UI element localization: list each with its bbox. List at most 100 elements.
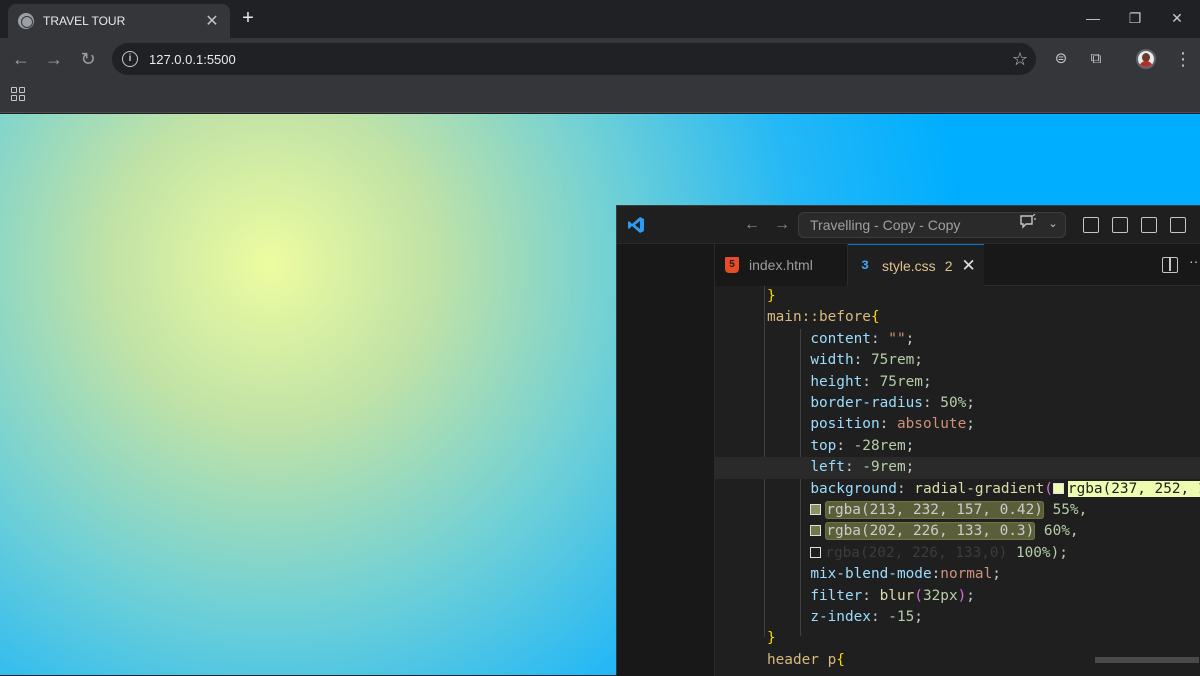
vscode-back-icon[interactable]: ← [742, 215, 762, 235]
gradient-stop: 55%, [1052, 502, 1088, 518]
code-token: : [922, 395, 941, 411]
css-selector: header p [766, 651, 837, 668]
code-line: width: 75rem; [715, 350, 1200, 371]
code-token: ) [957, 587, 967, 604]
site-info-icon[interactable]: i [122, 51, 138, 67]
code-token: ; [966, 395, 975, 411]
css-property: position [810, 416, 880, 433]
color-swatch[interactable] [810, 525, 822, 537]
css-value: 32px [922, 587, 958, 604]
customize-layout-icon[interactable] [1083, 217, 1099, 233]
code-line: content: ""; [715, 329, 1200, 350]
code-line: filter: blur(32px); [715, 586, 1200, 607]
css-value: -9rem [862, 459, 906, 476]
toggle-sidebar-icon[interactable] [1112, 217, 1128, 233]
forward-button[interactable]: → [42, 47, 66, 71]
code-token: ; [992, 566, 1001, 583]
css-value: 75rem [879, 373, 923, 390]
browser-tab[interactable]: TRAVEL TOUR ✕ [8, 4, 230, 38]
toggle-secondary-sidebar-icon[interactable] [1170, 217, 1186, 233]
code-line: background: radial-gradient(rgba(237, 25… [715, 479, 1200, 500]
chat-icon[interactable] [1017, 213, 1039, 234]
extension-icon[interactable]: ⊜ [1050, 48, 1072, 70]
css-property: filter [810, 587, 863, 604]
minimize-button[interactable]: — [1081, 8, 1105, 28]
chevron-down-icon[interactable]: ⌄ [1045, 214, 1061, 234]
code-editor[interactable]: } main::before{ content: ""; width: 75re… [715, 286, 1200, 676]
tab-strip: TRAVEL TOUR ✕ + — ❐ ✕ [0, 0, 1200, 38]
css-property: content [810, 330, 871, 347]
url-text[interactable]: 127.0.0.1:5500 [149, 52, 1004, 67]
code-token: ; [905, 330, 915, 347]
vscode-body: 5 index.html 3 style.css 2 ✕ ··· } main:… [617, 244, 1200, 676]
close-tab-icon[interactable]: ✕ [200, 11, 224, 31]
globe-icon [18, 13, 34, 29]
code-token: : [844, 459, 863, 476]
split-editor-icon[interactable] [1162, 257, 1178, 273]
code-token: : [862, 373, 880, 390]
css-value: absolute [896, 416, 967, 433]
code-line: } [715, 628, 1200, 649]
apps-grid-icon[interactable] [11, 87, 25, 101]
color-swatch[interactable] [810, 504, 822, 515]
css-property: border-radius [810, 395, 923, 411]
code-token: ( [914, 587, 923, 604]
css-value: normal [940, 566, 993, 583]
bookmark-star-icon[interactable]: ☆ [1004, 49, 1036, 70]
css-value: 50% [940, 395, 967, 411]
address-bar[interactable]: i 127.0.0.1:5500 ☆ [112, 43, 1036, 75]
side-pane [617, 244, 715, 676]
problem-count-badge: 2 [944, 257, 953, 274]
css-property: width [810, 352, 854, 369]
close-tab-icon[interactable]: ✕ [961, 256, 975, 276]
restore-button[interactable]: ❐ [1123, 8, 1147, 28]
css-color-value: rgba(202, 226, 133,0) [825, 544, 1008, 561]
close-window-button[interactable]: ✕ [1165, 8, 1189, 28]
tab-style-css[interactable]: 3 style.css 2 ✕ [848, 244, 984, 286]
code-token: ; [922, 373, 932, 390]
code-line: top: -28rem; [715, 436, 1200, 457]
code-token: ; [966, 416, 975, 433]
more-actions-icon[interactable]: ··· [1189, 253, 1200, 269]
code-token: : [862, 587, 880, 604]
code-line: header p{ [715, 650, 1200, 671]
code-token: : [853, 352, 871, 369]
reload-button[interactable]: ↻ [76, 47, 100, 71]
css-file-icon: 3 [861, 257, 869, 273]
code-line: rgba(202, 226, 133, 0.3) 60%, [715, 521, 1200, 542]
tab-label: index.html [749, 257, 813, 273]
extensions-puzzle-icon[interactable]: ⧉ [1085, 48, 1107, 70]
code-token: : [836, 437, 854, 454]
gradient-stop: 60%, [1043, 523, 1079, 540]
vscode-forward-icon[interactable]: → [772, 215, 792, 235]
tab-index-html[interactable]: 5 index.html [715, 244, 848, 286]
back-button[interactable]: ← [9, 47, 33, 71]
css-property: height [810, 373, 863, 390]
css-property: z-index [810, 609, 871, 625]
css-property: mix-blend-mode [810, 566, 932, 583]
profile-avatar[interactable] [1136, 49, 1156, 69]
css-color-value: rgba(213, 232, 157, 0.42) [825, 501, 1044, 519]
color-swatch[interactable] [1052, 482, 1064, 494]
new-tab-button[interactable]: + [236, 6, 260, 32]
gradient-stop: 100%); [1015, 544, 1068, 561]
code-line: mix-blend-mode:normal; [715, 564, 1200, 585]
css-value: -28rem [853, 437, 906, 454]
color-swatch[interactable] [810, 546, 822, 558]
code-token: ; [966, 587, 975, 604]
browser-menu-icon[interactable]: ⋮ [1174, 47, 1192, 71]
code-token: : [870, 330, 889, 347]
css-value: "" [888, 330, 906, 347]
css-value: 75rem [870, 352, 915, 369]
toggle-panel-icon[interactable] [1141, 217, 1157, 233]
